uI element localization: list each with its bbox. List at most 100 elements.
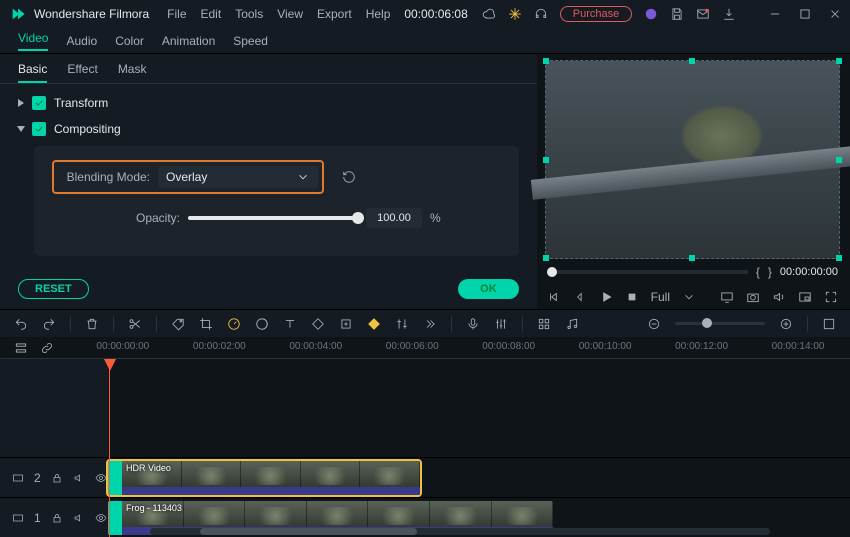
opacity-value[interactable]: 100.00 <box>366 208 422 228</box>
preview-scrubber[interactable] <box>547 270 748 274</box>
save-icon[interactable] <box>670 7 684 21</box>
fit-icon[interactable] <box>822 317 836 331</box>
compositing-panel: Blending Mode: Overlay Opacity: 100.0 <box>34 146 519 256</box>
mark-out-label[interactable]: } <box>768 265 772 279</box>
timeline-ruler[interactable]: 00:00:00:00 00:00:02:00 00:00:04:00 00:0… <box>0 337 850 359</box>
speed-icon[interactable] <box>227 317 241 331</box>
timeline-tracks[interactable]: HDR Video Frog - 113403 <box>108 359 850 537</box>
tag-icon[interactable] <box>171 317 185 331</box>
grid-icon[interactable] <box>537 317 551 331</box>
group-compositing-label: Compositing <box>54 122 121 136</box>
undo-icon[interactable] <box>14 317 28 331</box>
mail-icon[interactable] <box>696 7 710 21</box>
keyframe-icon[interactable] <box>311 317 325 331</box>
reset-blending-icon[interactable] <box>342 170 356 184</box>
opacity-slider[interactable] <box>188 216 358 220</box>
menu-help[interactable]: Help <box>366 7 391 21</box>
tab-animation[interactable]: Animation <box>162 34 215 48</box>
volume-icon[interactable] <box>772 290 786 304</box>
tab-color[interactable]: Color <box>115 34 144 48</box>
stop-icon[interactable] <box>625 290 639 304</box>
play-icon[interactable] <box>599 290 613 304</box>
link-icon[interactable] <box>40 341 54 355</box>
clip-hdr-video[interactable]: HDR Video <box>108 461 420 495</box>
inspector-tabs: Video Audio Color Animation Speed <box>0 28 850 54</box>
lock-icon[interactable] <box>51 512 63 524</box>
cloud-icon[interactable] <box>482 7 496 21</box>
step-back-icon[interactable] <box>573 290 587 304</box>
mic-icon[interactable] <box>466 317 480 331</box>
music-icon[interactable] <box>565 317 579 331</box>
menu-edit[interactable]: Edit <box>201 7 222 21</box>
tab-audio[interactable]: Audio <box>66 34 97 48</box>
blending-mode-value: Overlay <box>166 170 207 184</box>
menu-file[interactable]: File <box>167 7 186 21</box>
display-icon[interactable] <box>720 290 734 304</box>
mute-icon[interactable] <box>73 472 85 484</box>
subtab-mask[interactable]: Mask <box>118 62 147 83</box>
text-icon[interactable] <box>283 317 297 331</box>
more-icon[interactable] <box>423 317 437 331</box>
zoom-slider[interactable] <box>675 322 765 325</box>
preview-viewport[interactable] <box>545 60 840 259</box>
preview-scrubber-row: { } 00:00:00:00 <box>545 259 840 285</box>
checkbox-transform[interactable] <box>32 96 46 110</box>
eye-icon[interactable] <box>95 512 107 524</box>
ok-button[interactable]: OK <box>458 279 519 299</box>
detect-icon[interactable] <box>339 317 353 331</box>
mixer-icon[interactable] <box>494 317 508 331</box>
mute-icon[interactable] <box>73 512 85 524</box>
delete-icon[interactable] <box>85 317 99 331</box>
eye-icon[interactable] <box>95 472 107 484</box>
menu-export[interactable]: Export <box>317 7 352 21</box>
chevron-down-icon <box>682 290 696 304</box>
preview-playbar: Full <box>545 285 840 309</box>
headphones-icon[interactable] <box>534 7 548 21</box>
marker-icon[interactable] <box>367 317 381 331</box>
prev-frame-icon[interactable] <box>547 290 561 304</box>
zoom-out-icon[interactable] <box>647 317 661 331</box>
redo-icon[interactable] <box>42 317 56 331</box>
timeline-toolbar <box>0 309 850 337</box>
app-title: Wondershare Filmora <box>34 7 149 21</box>
track-manager-icon[interactable] <box>14 341 28 355</box>
subtab-effect[interactable]: Effect <box>67 62 97 83</box>
crop-icon[interactable] <box>199 317 213 331</box>
adjust-icon[interactable] <box>395 317 409 331</box>
tab-video[interactable]: Video <box>18 31 48 51</box>
chevron-down-icon <box>17 126 25 132</box>
sparkle-icon[interactable] <box>508 7 522 21</box>
download-icon[interactable] <box>722 7 736 21</box>
purchase-button[interactable]: Purchase <box>560 6 632 22</box>
menu-tools[interactable]: Tools <box>235 7 263 21</box>
timeline-hscrollbar[interactable] <box>150 528 770 535</box>
blending-mode-highlight: Blending Mode: Overlay <box>52 160 324 194</box>
quality-select[interactable]: Full <box>651 290 670 304</box>
checkbox-compositing[interactable] <box>32 122 46 136</box>
reset-button[interactable]: RESET <box>18 279 89 299</box>
snapshot-icon[interactable] <box>746 290 760 304</box>
menu-view[interactable]: View <box>277 7 303 21</box>
mark-in-label[interactable]: { <box>756 265 760 279</box>
lock-icon[interactable] <box>51 472 63 484</box>
minimize-icon[interactable] <box>768 7 782 21</box>
track-head-2[interactable]: 2 <box>0 457 108 497</box>
group-transform[interactable]: Transform <box>14 90 523 116</box>
maximize-icon[interactable] <box>798 7 812 21</box>
tab-speed[interactable]: Speed <box>233 34 268 48</box>
track-head-1[interactable]: 1 <box>0 497 108 537</box>
track-label-1: 1 <box>34 511 41 525</box>
pip-icon[interactable] <box>798 290 812 304</box>
avatar-icon[interactable] <box>644 7 658 21</box>
subtab-basic[interactable]: Basic <box>18 62 47 83</box>
color-icon[interactable] <box>255 317 269 331</box>
video-track-icon <box>12 472 24 484</box>
track-headers: 2 1 <box>0 359 108 537</box>
zoom-in-icon[interactable] <box>779 317 793 331</box>
close-icon[interactable] <box>828 7 842 21</box>
track-label-2: 2 <box>34 471 41 485</box>
blending-mode-select[interactable]: Overlay <box>158 166 318 188</box>
fullscreen-icon[interactable] <box>824 290 838 304</box>
cut-icon[interactable] <box>128 317 142 331</box>
group-compositing[interactable]: Compositing <box>14 116 523 142</box>
